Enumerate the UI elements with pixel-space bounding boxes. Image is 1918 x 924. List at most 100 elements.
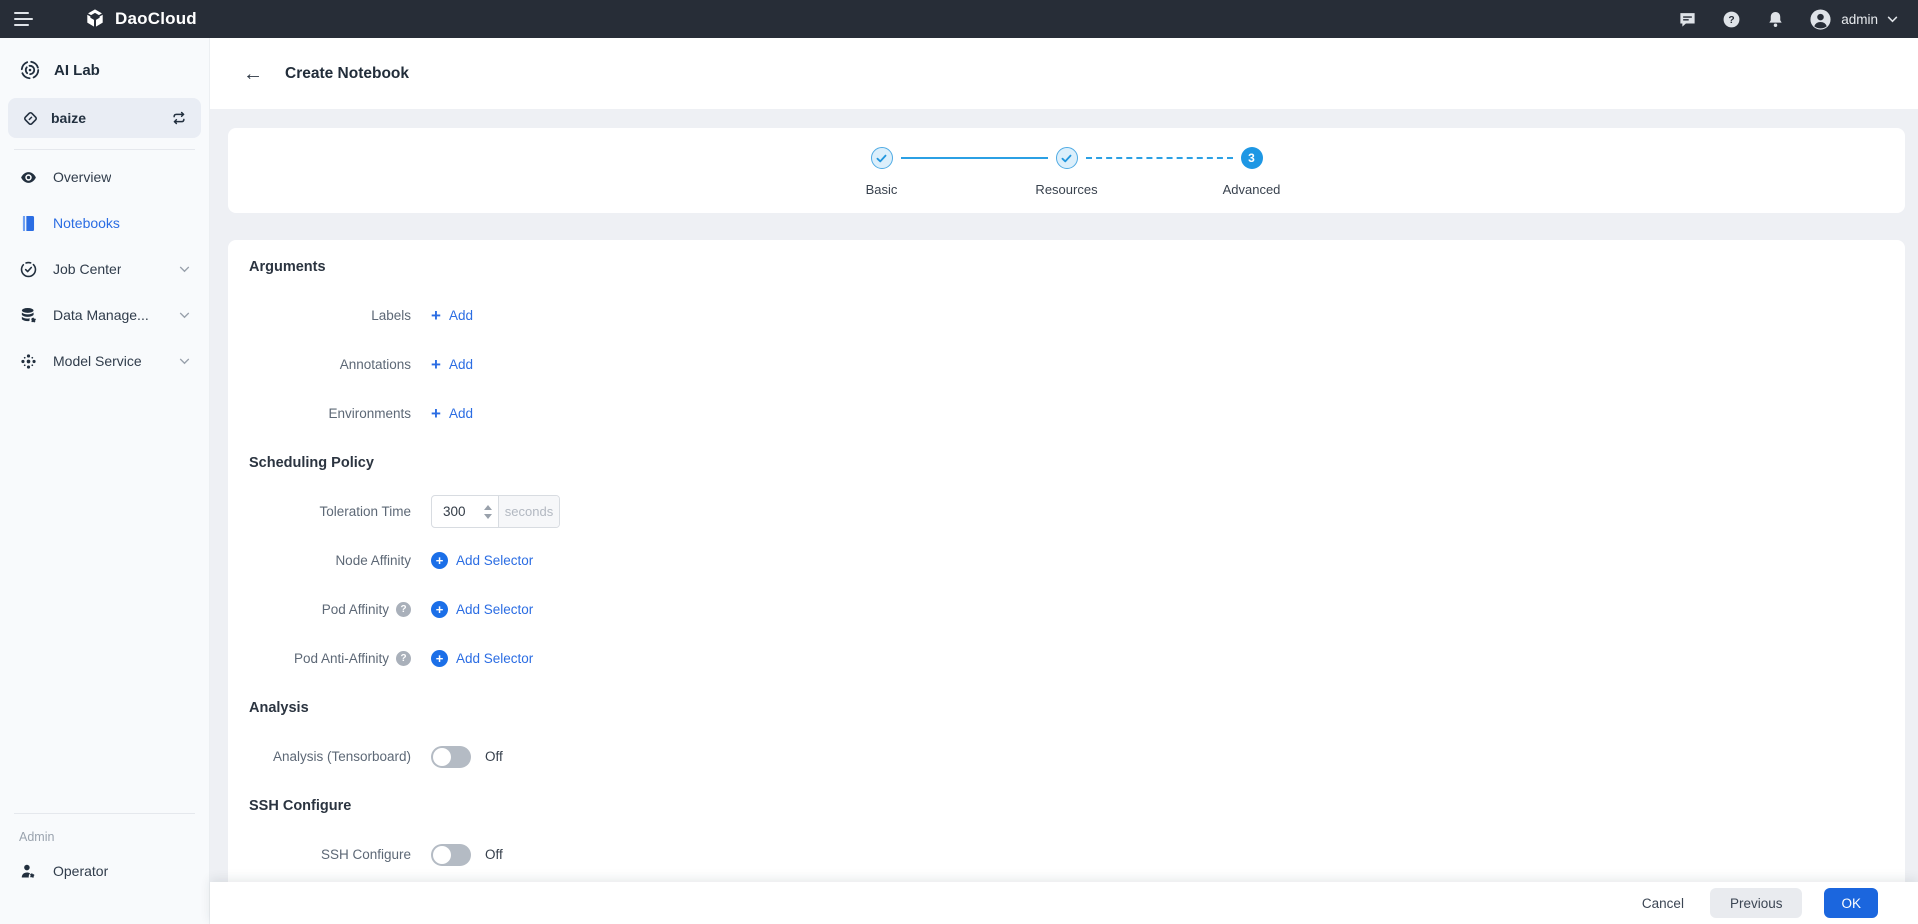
form-row-pod-anti-affinity: Pod Anti-Affinity ? + Add Selector [249, 634, 1884, 683]
sidebar-item-data-management[interactable]: Data Manage... [0, 292, 209, 338]
notebook-icon [19, 214, 38, 233]
field-label: Analysis (Tensorboard) [272, 749, 411, 764]
tensorboard-toggle[interactable] [431, 745, 471, 768]
sidebar-item-label: Operator [53, 863, 109, 879]
form-row-ssh-configure: SSH Configure Off [249, 830, 1884, 879]
brand[interactable]: DaoCloud [84, 8, 197, 30]
add-label-button[interactable]: + Add [431, 305, 473, 325]
section-title-scheduling: Scheduling Policy [249, 454, 374, 471]
toggle-state-label: Off [485, 847, 503, 862]
topbar-actions: ? admin [1677, 8, 1898, 31]
add-pod-affinity-selector-button[interactable]: + Add Selector [431, 601, 533, 618]
toleration-time-input[interactable] [432, 496, 478, 527]
ok-button[interactable]: OK [1824, 888, 1878, 918]
field-label: Pod Affinity [321, 602, 389, 617]
sidebar-item-label: Notebooks [53, 215, 120, 231]
avatar-icon [1809, 8, 1832, 31]
add-pod-anti-affinity-selector-button[interactable]: + Add Selector [431, 650, 533, 667]
workspace-switch-icon[interactable] [170, 109, 188, 127]
chevron-down-icon [179, 266, 190, 273]
field-label: Node Affinity [335, 553, 411, 568]
plus-icon: + [431, 305, 441, 325]
form-row-tensorboard: Analysis (Tensorboard) Off [249, 732, 1884, 781]
content-area: 3 Basic Resources Advanced Arguments Lab… [210, 109, 1918, 924]
job-center-icon [19, 260, 38, 279]
stepper-down-icon[interactable] [484, 513, 492, 519]
field-label: Labels [371, 308, 411, 323]
section-title-ssh: SSH Configure [249, 797, 352, 814]
cancel-button[interactable]: Cancel [1638, 888, 1688, 918]
add-environment-button[interactable]: + Add [431, 403, 473, 423]
sidebar: AI Lab baize Overview Notebooks Job Cent… [0, 38, 210, 924]
step-label-basic: Basic [865, 182, 898, 197]
previous-button[interactable]: Previous [1709, 888, 1803, 918]
brand-name: DaoCloud [115, 9, 197, 28]
sidebar-item-operator[interactable]: Operator [0, 848, 209, 894]
chevron-down-icon [1887, 16, 1898, 23]
help-icon[interactable]: ? [1721, 9, 1741, 29]
step-label-advanced: Advanced [1222, 182, 1281, 197]
sidebar-divider [14, 149, 195, 150]
sidebar-item-label: Job Center [53, 261, 122, 277]
section-title-analysis: Analysis [249, 699, 309, 716]
step-connector-solid [900, 157, 1048, 159]
workspace-name: baize [51, 110, 87, 126]
number-stepper[interactable] [478, 496, 498, 527]
sidebar-item-label: Overview [53, 169, 112, 185]
form-row-labels: Labels + Add [249, 291, 1884, 340]
product-header: AI Lab [0, 38, 209, 98]
help-tooltip-icon[interactable]: ? [396, 651, 411, 666]
step-advanced-indicator[interactable]: 3 [1240, 147, 1263, 169]
workspace-icon [21, 109, 40, 128]
help-tooltip-icon[interactable]: ? [396, 602, 411, 617]
page-header: ← Create Notebook [210, 38, 1918, 109]
step-resources-indicator[interactable] [1055, 147, 1078, 169]
workspace-selector[interactable]: baize [8, 98, 201, 138]
section-title-arguments: Arguments [249, 258, 326, 275]
step-connector-dashed [1085, 157, 1233, 159]
notification-bell-icon[interactable] [1765, 9, 1785, 29]
form-row-annotations: Annotations + Add [249, 340, 1884, 389]
product-title: AI Lab [54, 61, 100, 79]
form-row-pod-affinity: Pod Affinity ? + Add Selector [249, 585, 1884, 634]
step-basic-indicator[interactable] [870, 147, 893, 169]
form-card: Arguments Labels + Add Annotations + Add [228, 240, 1905, 924]
username: admin [1841, 11, 1878, 27]
toleration-time-input-group: seconds [431, 495, 560, 528]
add-node-affinity-selector-button[interactable]: + Add Selector [431, 552, 533, 569]
back-button[interactable]: ← [243, 64, 263, 84]
add-annotation-button[interactable]: + Add [431, 354, 473, 374]
plus-icon: + [431, 403, 441, 423]
sidebar-item-overview[interactable]: Overview [0, 154, 209, 200]
operator-icon [19, 862, 38, 881]
stepper-card: 3 Basic Resources Advanced [228, 128, 1905, 213]
sidebar-item-notebooks[interactable]: Notebooks [0, 200, 209, 246]
user-menu[interactable]: admin [1809, 8, 1898, 31]
step-label-resources: Resources [1035, 182, 1098, 197]
sidebar-item-job-center[interactable]: Job Center [0, 246, 209, 292]
form-row-environments: Environments + Add [249, 389, 1884, 438]
toggle-state-label: Off [485, 749, 503, 764]
wizard-footer: Cancel Previous OK [210, 882, 1918, 924]
field-label: Pod Anti-Affinity [293, 651, 389, 666]
plus-icon: + [431, 354, 441, 374]
field-label: Toleration Time [319, 504, 411, 519]
menu-toggle-icon[interactable] [14, 10, 38, 28]
topbar: DaoCloud ? admin [0, 0, 1918, 38]
sidebar-item-label: Data Manage... [53, 307, 149, 323]
svg-text:?: ? [1728, 15, 1734, 26]
admin-section-label: Admin [19, 830, 55, 844]
circle-plus-icon: + [431, 552, 448, 569]
app-window: DaoCloud ? admin AI Lab baize Overview N… [0, 0, 1918, 924]
circle-plus-icon: + [431, 601, 448, 618]
unit-suffix: seconds [498, 496, 559, 527]
daocloud-logo-icon [84, 8, 106, 30]
sidebar-item-model-service[interactable]: Model Service [0, 338, 209, 384]
message-icon[interactable] [1677, 9, 1697, 29]
ssh-configure-toggle[interactable] [431, 843, 471, 866]
database-icon [19, 306, 38, 325]
ai-lab-icon [19, 59, 41, 81]
stepper-up-icon[interactable] [484, 504, 492, 510]
field-label: Environments [328, 406, 411, 421]
sidebar-admin-section: Admin Operator [0, 802, 209, 894]
